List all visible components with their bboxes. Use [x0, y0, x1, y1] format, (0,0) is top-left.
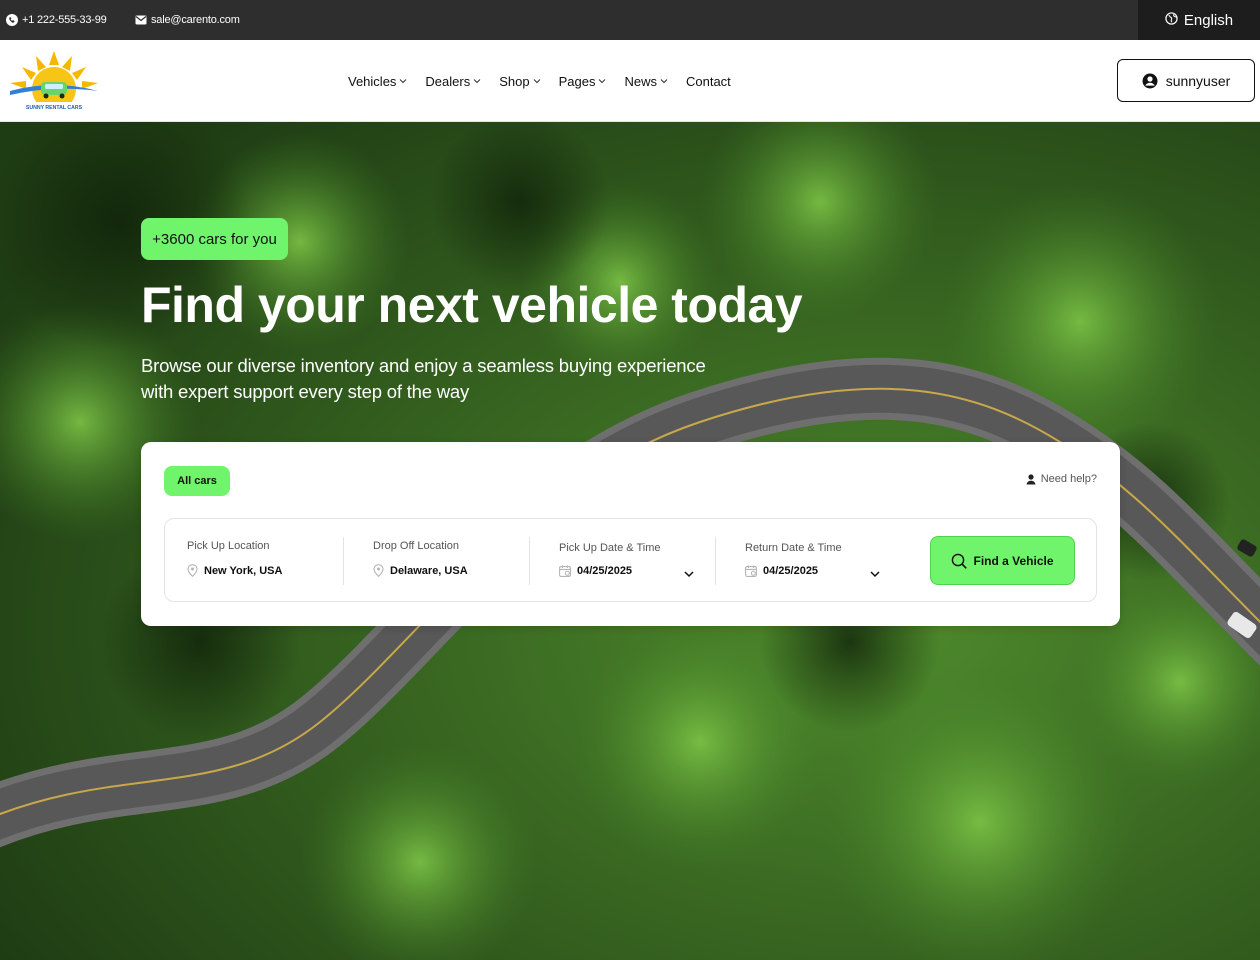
nav-pages[interactable]: Pages [559, 74, 607, 89]
hero-title: Find your next vehicle today [141, 277, 803, 333]
map-pin-icon [373, 564, 384, 577]
pickup-date-field[interactable]: Pick Up Date & Time 04/25/2025 [559, 519, 699, 603]
nav-dealers-label[interactable]: Dealers [425, 74, 470, 89]
chevron-down-icon [473, 79, 481, 84]
pickup-date-text[interactable]: 04/25/2025 [577, 565, 632, 577]
return-date-text[interactable]: 04/25/2025 [763, 565, 818, 577]
return-date-label: Return Date & Time [745, 542, 842, 554]
nav-vehicles-label[interactable]: Vehicles [348, 74, 396, 89]
phone-number[interactable]: +1 222-555-33-99 [22, 14, 107, 26]
pickup-date-value[interactable]: 04/25/2025 [559, 565, 632, 577]
phone-icon [6, 14, 18, 26]
dropoff-location-field[interactable]: Drop Off Location Delaware, USA [373, 519, 523, 603]
nav-dealers[interactable]: Dealers [425, 74, 481, 89]
nav-shop-label[interactable]: Shop [499, 74, 529, 89]
field-divider [343, 537, 344, 585]
field-divider [715, 537, 716, 585]
search-icon [952, 553, 968, 569]
nav-shop[interactable]: Shop [499, 74, 540, 89]
email-contact[interactable]: sale@carento.com [135, 0, 240, 40]
nav-pages-label[interactable]: Pages [559, 74, 596, 89]
hero-subtitle: Browse our diverse inventory and enjoy a… [141, 353, 761, 405]
pickup-location-field[interactable]: Pick Up Location New York, USA [187, 519, 337, 603]
email-address[interactable]: sale@carento.com [151, 14, 240, 26]
need-help-link[interactable]: Need help? [1026, 473, 1097, 485]
pickup-location-label: Pick Up Location [187, 540, 270, 552]
need-help-label[interactable]: Need help? [1041, 473, 1097, 485]
dropoff-location-text[interactable]: Delaware, USA [390, 565, 468, 577]
hero-section: +3600 cars for you Find your next vehicl… [0, 122, 1260, 960]
nav-news-label[interactable]: News [624, 74, 657, 89]
chevron-down-icon[interactable] [683, 568, 695, 580]
map-pin-icon [187, 564, 198, 577]
language-selector[interactable]: English [1138, 0, 1260, 40]
top-bar: +1 222-555-33-99 sale@carento.com Englis… [0, 0, 1260, 40]
main-header: SUNNY RENTAL CARS Vehicles Dealers Shop … [0, 40, 1260, 122]
return-date-field[interactable]: Return Date & Time 04/25/2025 [745, 519, 885, 603]
site-logo[interactable]: SUNNY RENTAL CARS [6, 49, 102, 113]
nav-contact-label[interactable]: Contact [686, 74, 731, 89]
nav-vehicles[interactable]: Vehicles [348, 74, 407, 89]
svg-text:SUNNY RENTAL CARS: SUNNY RENTAL CARS [26, 105, 83, 111]
user-icon [1026, 473, 1036, 484]
tab-all-cars[interactable]: All cars [164, 466, 230, 496]
chevron-down-icon [599, 79, 606, 84]
chevron-down-icon[interactable] [869, 568, 881, 580]
field-divider [529, 537, 530, 585]
pickup-location-text[interactable]: New York, USA [204, 565, 282, 577]
vehicle-search-card: All cars Need help? Pick Up Location New… [141, 442, 1120, 626]
calendar-icon [559, 565, 571, 577]
phone-contact[interactable]: +1 222-555-33-99 [6, 0, 107, 40]
nav-news[interactable]: News [624, 74, 668, 89]
hero-subtitle-line-2: with expert support every step of the wa… [141, 381, 470, 402]
pickup-date-label: Pick Up Date & Time [559, 542, 661, 554]
user-circle-icon [1142, 73, 1158, 88]
dropoff-location-value[interactable]: Delaware, USA [373, 564, 468, 577]
mail-icon [135, 14, 147, 26]
nav-contact[interactable]: Contact [686, 74, 731, 89]
username-label[interactable]: sunnyuser [1166, 73, 1231, 89]
cars-count-badge: +3600 cars for you [141, 218, 288, 260]
language-label[interactable]: English [1184, 12, 1233, 29]
return-date-value[interactable]: 04/25/2025 [745, 565, 818, 577]
chevron-down-icon [660, 79, 668, 84]
user-account-button[interactable]: sunnyuser [1117, 59, 1255, 102]
calendar-icon [745, 565, 757, 577]
pickup-location-value[interactable]: New York, USA [187, 564, 282, 577]
find-vehicle-label[interactable]: Find a Vehicle [973, 554, 1053, 568]
search-fields: Pick Up Location New York, USA Drop Off … [164, 518, 1097, 602]
chevron-down-icon [533, 79, 540, 84]
chevron-down-icon [400, 79, 407, 84]
find-vehicle-button[interactable]: Find a Vehicle [930, 536, 1075, 585]
main-nav: Vehicles Dealers Shop Pages News Contact [348, 40, 731, 122]
dropoff-location-label: Drop Off Location [373, 540, 460, 552]
hero-subtitle-line-1: Browse our diverse inventory and enjoy a… [141, 355, 706, 376]
globe-icon [1165, 11, 1178, 29]
